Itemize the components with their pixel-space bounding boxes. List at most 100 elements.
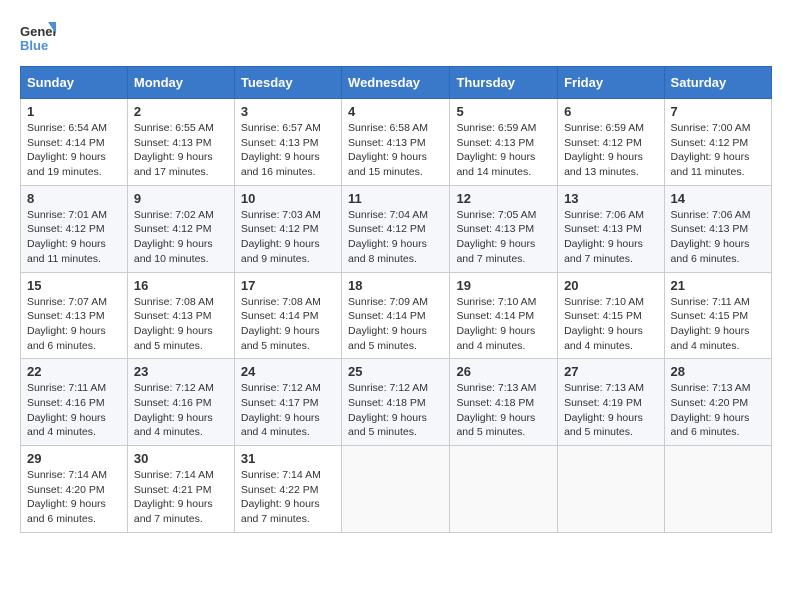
calendar-week-4: 22 Sunrise: 7:11 AM Sunset: 4:16 PM Dayl… [21, 359, 772, 446]
day-info: Sunrise: 7:02 AM Sunset: 4:12 PM Dayligh… [134, 208, 228, 267]
day-info: Sunrise: 6:54 AM Sunset: 4:14 PM Dayligh… [27, 121, 121, 180]
calendar-cell: 2 Sunrise: 6:55 AM Sunset: 4:13 PM Dayli… [127, 99, 234, 186]
calendar-cell: 22 Sunrise: 7:11 AM Sunset: 4:16 PM Dayl… [21, 359, 128, 446]
day-number: 26 [456, 364, 551, 379]
day-number: 12 [456, 191, 551, 206]
day-info: Sunrise: 6:59 AM Sunset: 4:12 PM Dayligh… [564, 121, 657, 180]
calendar-cell: 4 Sunrise: 6:58 AM Sunset: 4:13 PM Dayli… [342, 99, 450, 186]
day-number: 20 [564, 278, 657, 293]
day-number: 8 [27, 191, 121, 206]
day-info: Sunrise: 7:05 AM Sunset: 4:13 PM Dayligh… [456, 208, 551, 267]
day-header-sunday: Sunday [21, 67, 128, 99]
calendar: SundayMondayTuesdayWednesdayThursdayFrid… [20, 66, 772, 533]
calendar-week-2: 8 Sunrise: 7:01 AM Sunset: 4:12 PM Dayli… [21, 185, 772, 272]
day-info: Sunrise: 7:14 AM Sunset: 4:21 PM Dayligh… [134, 468, 228, 527]
calendar-cell: 31 Sunrise: 7:14 AM Sunset: 4:22 PM Dayl… [234, 446, 341, 533]
day-number: 13 [564, 191, 657, 206]
day-number: 16 [134, 278, 228, 293]
day-number: 15 [27, 278, 121, 293]
calendar-cell [342, 446, 450, 533]
calendar-cell: 1 Sunrise: 6:54 AM Sunset: 4:14 PM Dayli… [21, 99, 128, 186]
day-header-wednesday: Wednesday [342, 67, 450, 99]
day-number: 7 [671, 104, 765, 119]
day-number: 18 [348, 278, 443, 293]
calendar-cell [558, 446, 664, 533]
calendar-cell: 12 Sunrise: 7:05 AM Sunset: 4:13 PM Dayl… [450, 185, 558, 272]
calendar-cell: 3 Sunrise: 6:57 AM Sunset: 4:13 PM Dayli… [234, 99, 341, 186]
day-info: Sunrise: 6:57 AM Sunset: 4:13 PM Dayligh… [241, 121, 335, 180]
calendar-cell: 27 Sunrise: 7:13 AM Sunset: 4:19 PM Dayl… [558, 359, 664, 446]
svg-text:General: General [20, 24, 56, 39]
day-number: 19 [456, 278, 551, 293]
day-header-monday: Monday [127, 67, 234, 99]
day-info: Sunrise: 6:58 AM Sunset: 4:13 PM Dayligh… [348, 121, 443, 180]
calendar-cell: 23 Sunrise: 7:12 AM Sunset: 4:16 PM Dayl… [127, 359, 234, 446]
calendar-cell: 8 Sunrise: 7:01 AM Sunset: 4:12 PM Dayli… [21, 185, 128, 272]
day-number: 21 [671, 278, 765, 293]
day-info: Sunrise: 7:08 AM Sunset: 4:14 PM Dayligh… [241, 295, 335, 354]
calendar-cell: 13 Sunrise: 7:06 AM Sunset: 4:13 PM Dayl… [558, 185, 664, 272]
day-number: 29 [27, 451, 121, 466]
calendar-cell: 24 Sunrise: 7:12 AM Sunset: 4:17 PM Dayl… [234, 359, 341, 446]
calendar-cell: 17 Sunrise: 7:08 AM Sunset: 4:14 PM Dayl… [234, 272, 341, 359]
day-number: 2 [134, 104, 228, 119]
calendar-cell [450, 446, 558, 533]
calendar-cell: 30 Sunrise: 7:14 AM Sunset: 4:21 PM Dayl… [127, 446, 234, 533]
logo-icon: General Blue [20, 20, 56, 56]
day-number: 10 [241, 191, 335, 206]
svg-text:Blue: Blue [20, 38, 48, 53]
calendar-cell: 11 Sunrise: 7:04 AM Sunset: 4:12 PM Dayl… [342, 185, 450, 272]
header: General Blue [20, 20, 772, 56]
day-number: 14 [671, 191, 765, 206]
calendar-cell: 6 Sunrise: 6:59 AM Sunset: 4:12 PM Dayli… [558, 99, 664, 186]
day-number: 30 [134, 451, 228, 466]
day-number: 24 [241, 364, 335, 379]
logo: General Blue [20, 20, 56, 56]
day-number: 25 [348, 364, 443, 379]
day-info: Sunrise: 7:13 AM Sunset: 4:18 PM Dayligh… [456, 381, 551, 440]
day-info: Sunrise: 7:12 AM Sunset: 4:18 PM Dayligh… [348, 381, 443, 440]
calendar-cell: 21 Sunrise: 7:11 AM Sunset: 4:15 PM Dayl… [664, 272, 771, 359]
day-info: Sunrise: 7:03 AM Sunset: 4:12 PM Dayligh… [241, 208, 335, 267]
calendar-cell: 19 Sunrise: 7:10 AM Sunset: 4:14 PM Dayl… [450, 272, 558, 359]
day-number: 31 [241, 451, 335, 466]
calendar-cell: 10 Sunrise: 7:03 AM Sunset: 4:12 PM Dayl… [234, 185, 341, 272]
day-number: 27 [564, 364, 657, 379]
day-info: Sunrise: 6:59 AM Sunset: 4:13 PM Dayligh… [456, 121, 551, 180]
day-number: 9 [134, 191, 228, 206]
day-number: 3 [241, 104, 335, 119]
day-info: Sunrise: 7:07 AM Sunset: 4:13 PM Dayligh… [27, 295, 121, 354]
day-info: Sunrise: 7:06 AM Sunset: 4:13 PM Dayligh… [671, 208, 765, 267]
day-info: Sunrise: 7:11 AM Sunset: 4:15 PM Dayligh… [671, 295, 765, 354]
calendar-cell: 26 Sunrise: 7:13 AM Sunset: 4:18 PM Dayl… [450, 359, 558, 446]
day-info: Sunrise: 7:12 AM Sunset: 4:17 PM Dayligh… [241, 381, 335, 440]
calendar-week-1: 1 Sunrise: 6:54 AM Sunset: 4:14 PM Dayli… [21, 99, 772, 186]
calendar-cell [664, 446, 771, 533]
day-info: Sunrise: 7:06 AM Sunset: 4:13 PM Dayligh… [564, 208, 657, 267]
day-number: 1 [27, 104, 121, 119]
calendar-cell: 15 Sunrise: 7:07 AM Sunset: 4:13 PM Dayl… [21, 272, 128, 359]
day-info: Sunrise: 7:09 AM Sunset: 4:14 PM Dayligh… [348, 295, 443, 354]
day-number: 5 [456, 104, 551, 119]
day-info: Sunrise: 7:10 AM Sunset: 4:14 PM Dayligh… [456, 295, 551, 354]
day-number: 22 [27, 364, 121, 379]
calendar-cell: 18 Sunrise: 7:09 AM Sunset: 4:14 PM Dayl… [342, 272, 450, 359]
calendar-cell: 16 Sunrise: 7:08 AM Sunset: 4:13 PM Dayl… [127, 272, 234, 359]
calendar-header-row: SundayMondayTuesdayWednesdayThursdayFrid… [21, 67, 772, 99]
calendar-cell: 28 Sunrise: 7:13 AM Sunset: 4:20 PM Dayl… [664, 359, 771, 446]
day-info: Sunrise: 7:14 AM Sunset: 4:20 PM Dayligh… [27, 468, 121, 527]
calendar-cell: 29 Sunrise: 7:14 AM Sunset: 4:20 PM Dayl… [21, 446, 128, 533]
day-number: 6 [564, 104, 657, 119]
day-header-saturday: Saturday [664, 67, 771, 99]
day-number: 17 [241, 278, 335, 293]
day-info: Sunrise: 7:08 AM Sunset: 4:13 PM Dayligh… [134, 295, 228, 354]
day-info: Sunrise: 7:01 AM Sunset: 4:12 PM Dayligh… [27, 208, 121, 267]
day-info: Sunrise: 7:11 AM Sunset: 4:16 PM Dayligh… [27, 381, 121, 440]
day-number: 28 [671, 364, 765, 379]
day-info: Sunrise: 7:13 AM Sunset: 4:20 PM Dayligh… [671, 381, 765, 440]
calendar-week-5: 29 Sunrise: 7:14 AM Sunset: 4:20 PM Dayl… [21, 446, 772, 533]
calendar-cell: 5 Sunrise: 6:59 AM Sunset: 4:13 PM Dayli… [450, 99, 558, 186]
day-number: 11 [348, 191, 443, 206]
calendar-cell: 25 Sunrise: 7:12 AM Sunset: 4:18 PM Dayl… [342, 359, 450, 446]
day-number: 4 [348, 104, 443, 119]
